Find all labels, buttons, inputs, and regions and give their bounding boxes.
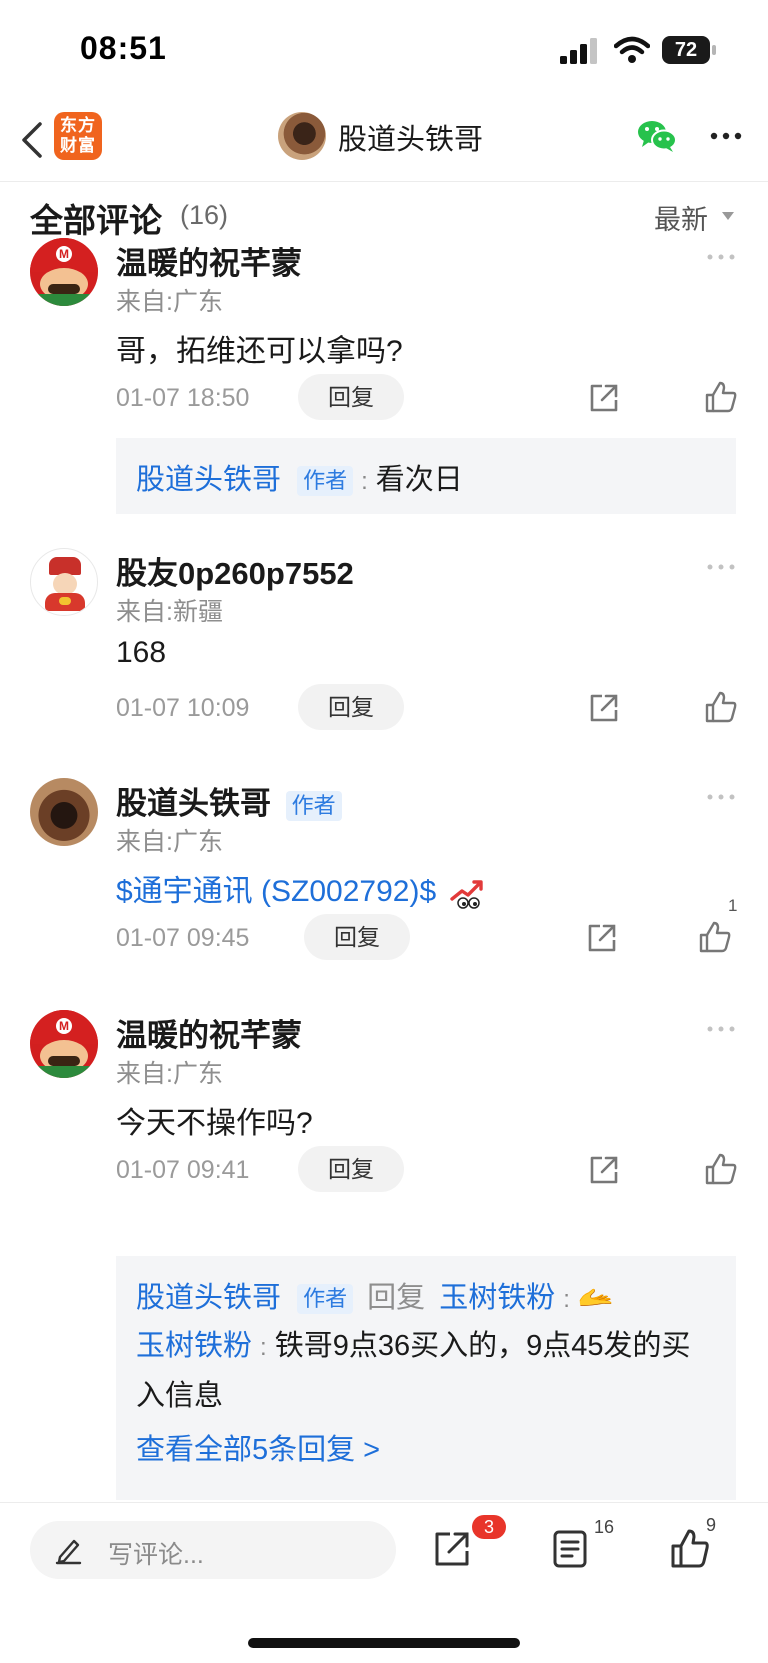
share-icon[interactable] xyxy=(588,382,620,414)
more-options-icon[interactable] xyxy=(706,252,736,262)
reply-thread: 股道头铁哥 作者: 看次日 xyxy=(116,438,736,514)
more-options-icon[interactable] xyxy=(706,1024,736,1034)
app-logo-text: 东方财富 xyxy=(60,116,96,155)
share-count-badge: 3 xyxy=(472,1515,506,1539)
comment-input[interactable]: 写评论... xyxy=(30,1521,396,1579)
comment-content: 今天不操作吗? xyxy=(116,1107,313,1140)
thumbs-up-icon[interactable] xyxy=(704,1152,738,1186)
status-time: 08:51 xyxy=(80,30,167,66)
user-avatar[interactable] xyxy=(30,548,98,616)
comment-location: 来自:广东 xyxy=(116,288,223,316)
comment-item: 股友0p260p7552 来自:新疆 168 01-07 10:09 回复 xyxy=(0,548,768,748)
author-badge: 作者 xyxy=(285,790,342,821)
stock-link[interactable]: $通宇通讯 (SZ002792)$ xyxy=(116,875,436,908)
author-badge: 作者 xyxy=(297,1284,354,1315)
reply-author[interactable]: 股道头铁哥 xyxy=(136,1282,281,1314)
share-icon[interactable] xyxy=(588,692,620,724)
reply-button[interactable]: 回复 xyxy=(298,374,404,420)
like-count: 9 xyxy=(706,1515,717,1535)
comment-username[interactable]: 温暖的祝芊蒙 xyxy=(116,238,302,283)
comment-location: 来自:新疆 xyxy=(116,598,223,626)
battery-level: 72 xyxy=(662,36,710,64)
chevron-down-icon[interactable] xyxy=(722,212,734,220)
view-all-replies-link[interactable]: 查看全部5条回复 > xyxy=(136,1426,380,1468)
author-badge: 作者 xyxy=(297,466,354,497)
comment-timestamp: 01-07 10:09 xyxy=(116,694,250,722)
sort-dropdown[interactable]: 最新 xyxy=(654,198,708,237)
comment-location: 来自:广东 xyxy=(116,828,223,856)
cellular-signal-icon xyxy=(560,38,597,64)
user-avatar[interactable]: M xyxy=(30,238,98,306)
comment-item: M 温暖的祝芊蒙 来自:广东 今天不操作吗? 01-07 09:41 回复 股道… xyxy=(0,1010,768,1500)
reply-word: 回复 xyxy=(367,1282,426,1314)
comment-placeholder: 写评论... xyxy=(108,1541,204,1569)
reply-thread: 股道头铁哥 作者 回复 玉树铁粉: 🫴 玉树铁粉: 铁哥9点36买入的，9点45发的… xyxy=(116,1256,736,1500)
comment-timestamp: 01-07 09:41 xyxy=(116,1156,250,1184)
nav-bar: 东方财富 股道头铁哥 xyxy=(0,100,768,182)
status-bar: 08:51 72 xyxy=(0,0,768,100)
reply-button[interactable]: 回复 xyxy=(304,914,410,960)
reply-item[interactable]: 玉树铁粉: 铁哥9点36买入的，9点45发的买入信息 xyxy=(136,1322,716,1420)
thumbs-up-icon[interactable] xyxy=(704,690,738,724)
comment-username[interactable]: 股友0p260p7552 xyxy=(116,548,354,593)
reply-text: 看次日 xyxy=(375,464,463,496)
reply-button[interactable]: 回复 xyxy=(298,1146,404,1192)
reply-author[interactable]: 股道头铁哥 xyxy=(136,464,281,496)
back-icon[interactable] xyxy=(18,120,48,160)
comment-timestamp: 01-07 18:50 xyxy=(116,384,250,412)
thumbs-up-icon[interactable] xyxy=(704,380,738,414)
more-icon[interactable] xyxy=(708,122,744,150)
more-options-icon[interactable] xyxy=(706,562,736,572)
comment-location: 来自:广东 xyxy=(116,1060,223,1088)
comment-count: 16 xyxy=(594,1517,615,1537)
user-avatar[interactable] xyxy=(30,778,98,846)
reply-button[interactable]: 回复 xyxy=(298,684,404,730)
like-count: 1 xyxy=(728,896,738,915)
comment-item: 股道头铁哥 作者 来自:广东 $通宇通讯 (SZ002792)$ 01-07 0… xyxy=(0,778,768,978)
share-icon[interactable] xyxy=(432,1529,472,1569)
reply-item[interactable]: 股道头铁哥 作者 回复 玉树铁粉: 🫴 xyxy=(136,1274,614,1316)
comments-count: (16) xyxy=(180,200,229,230)
comment-item: M 温暖的祝芊蒙 来自:广东 哥，拓维还可以拿吗? 01-07 18:50 回复… xyxy=(0,238,768,518)
reply-author[interactable]: 玉树铁粉 xyxy=(136,1330,252,1362)
battery-icon: 72 xyxy=(662,36,716,64)
comments-list-icon[interactable] xyxy=(552,1529,588,1569)
comment-content: 168 xyxy=(116,636,167,669)
more-options-icon[interactable] xyxy=(706,792,736,802)
app-logo[interactable]: 东方财富 xyxy=(54,112,102,160)
reply-item[interactable]: 股道头铁哥 作者: 看次日 xyxy=(136,456,463,498)
share-icon[interactable] xyxy=(586,922,618,954)
wechat-icon[interactable] xyxy=(636,118,678,154)
author-avatar[interactable] xyxy=(278,112,326,160)
comments-title: 全部评论 xyxy=(30,202,162,239)
comment-username[interactable]: 股道头铁哥 作者 xyxy=(116,778,342,823)
comment-timestamp: 01-07 09:45 xyxy=(116,924,250,952)
comment-username[interactable]: 温暖的祝芊蒙 xyxy=(116,1010,302,1055)
reply-target[interactable]: 玉树铁粉 xyxy=(439,1282,555,1314)
user-avatar[interactable]: M xyxy=(30,1010,98,1078)
pencil-icon xyxy=(55,1539,82,1565)
comments-header: 全部评论 (16) 最新 xyxy=(0,182,768,242)
thumbs-up-icon[interactable] xyxy=(698,920,732,954)
comment-content: 哥，拓维还可以拿吗? xyxy=(116,335,403,368)
share-icon[interactable] xyxy=(588,1154,620,1186)
rising-chart-emoji-icon xyxy=(450,880,484,909)
home-indicator xyxy=(248,1638,520,1648)
page-title[interactable]: 股道头铁哥 xyxy=(338,116,483,158)
wifi-icon xyxy=(614,36,650,63)
reply-emoji: 🫴 xyxy=(577,1282,615,1314)
comment-content: $通宇通讯 (SZ002792)$ xyxy=(116,866,486,910)
thumbs-up-icon[interactable] xyxy=(670,1527,710,1569)
